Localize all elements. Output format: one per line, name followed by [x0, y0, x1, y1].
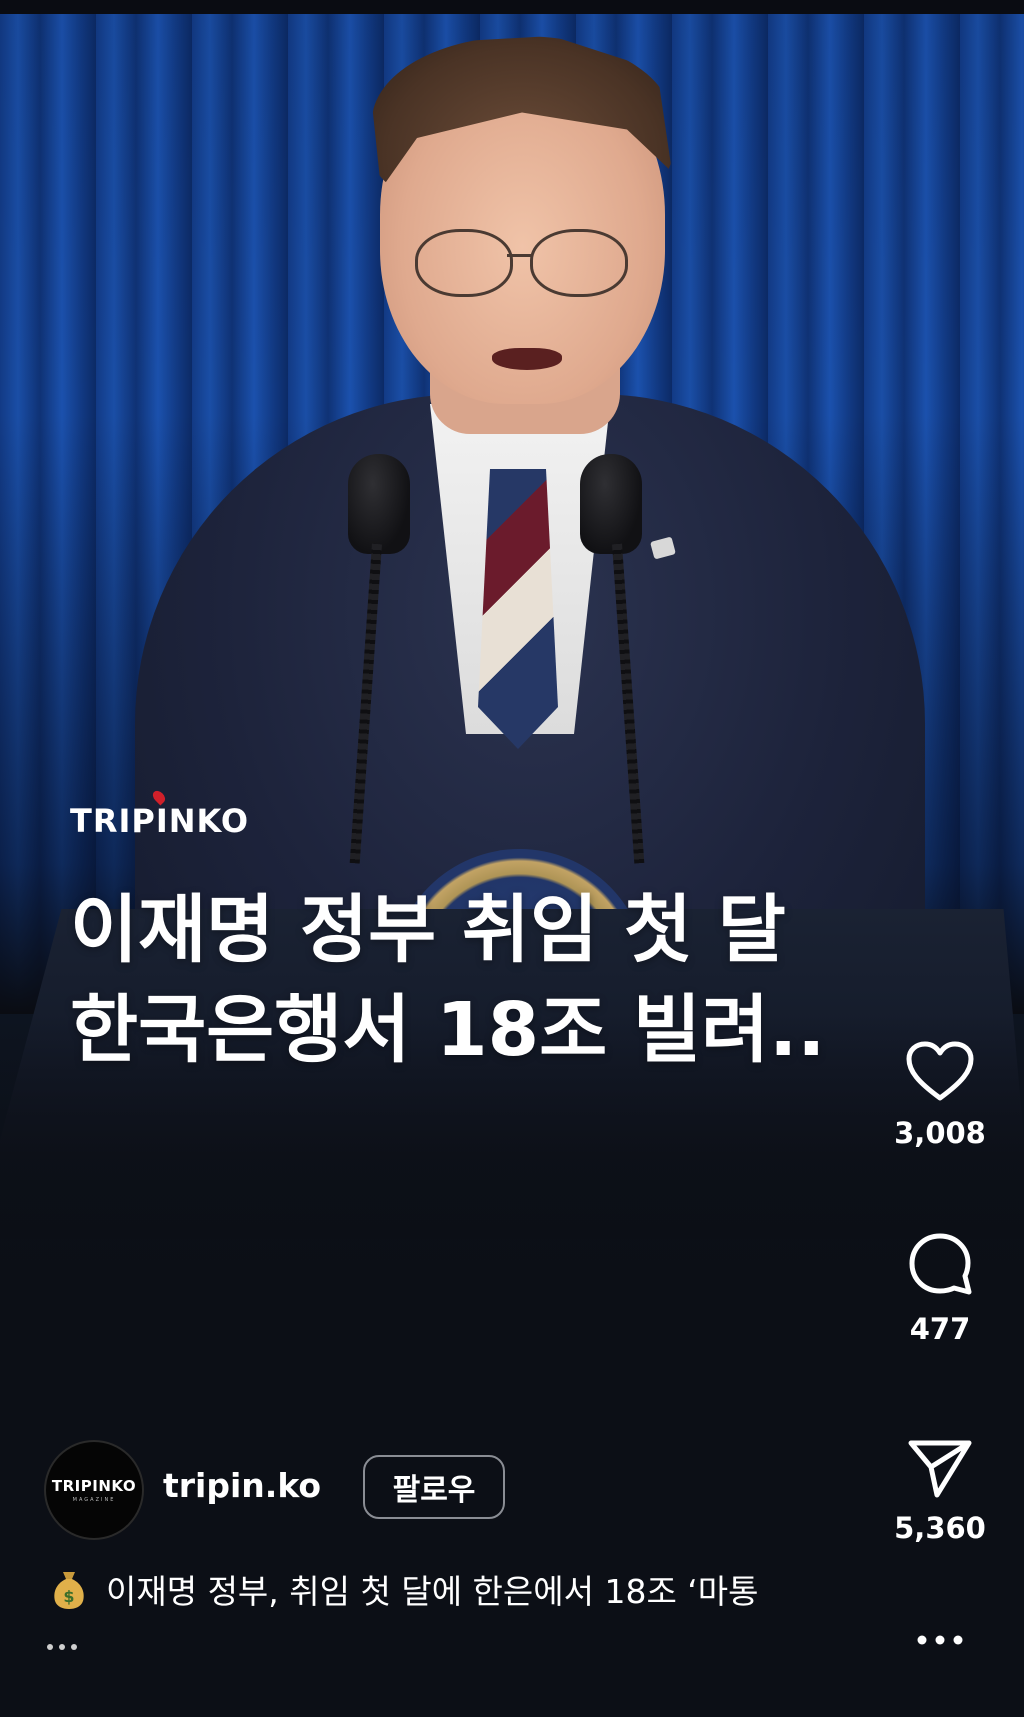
svg-text:$: $	[63, 1587, 74, 1606]
comment-bubble-icon	[909, 1233, 972, 1295]
post-photo[interactable]	[0, 14, 1024, 1314]
share-count: 5,360	[894, 1511, 986, 1545]
avatar[interactable]: TRIPINKO MAGAZINE	[44, 1440, 144, 1540]
post-caption[interactable]: $ 이재명 정부, 취임 첫 달에 한은에서 18조 ‘마통	[52, 1565, 852, 1613]
reel-screen: TRIPINKO 이재명 정부 취임 첫 달 한국은행서 18조 빌려.. 3,…	[0, 0, 1024, 1717]
share-button[interactable]: 5,360	[880, 1435, 1000, 1545]
brand-logo: TRIPINKO	[70, 788, 249, 840]
comment-count: 477	[909, 1312, 971, 1346]
like-count: 3,008	[894, 1116, 986, 1150]
status-bar	[0, 0, 1024, 14]
more-dots-icon[interactable]	[910, 1625, 970, 1655]
username-link[interactable]: tripin.ko	[163, 1466, 321, 1505]
paper-plane-icon	[908, 1440, 972, 1498]
caption-more-dots-icon[interactable]	[44, 1640, 84, 1654]
comment-button[interactable]: 477	[880, 1230, 1000, 1346]
money-bag-icon: $	[52, 1568, 86, 1610]
avatar-logo-subtext: MAGAZINE	[72, 1497, 116, 1503]
caption-text: 이재명 정부, 취임 첫 달에 한은에서 18조 ‘마통	[106, 1572, 759, 1611]
speaker-tie	[478, 469, 558, 749]
headline-line-1: 이재명 정부 취임 첫 달	[70, 887, 786, 973]
heart-icon	[906, 1041, 974, 1101]
microphone-left	[348, 454, 410, 554]
avatar-logo-text: TRIPINKO	[51, 1477, 137, 1495]
microphone-right	[580, 454, 642, 554]
headline: 이재명 정부 취임 첫 달 한국은행서 18조 빌려..	[70, 880, 950, 1080]
like-button[interactable]: 3,008	[880, 1040, 1000, 1150]
follow-button[interactable]: 팔로우	[363, 1455, 505, 1519]
headline-line-2: 한국은행서 18조 빌려..	[70, 987, 826, 1073]
